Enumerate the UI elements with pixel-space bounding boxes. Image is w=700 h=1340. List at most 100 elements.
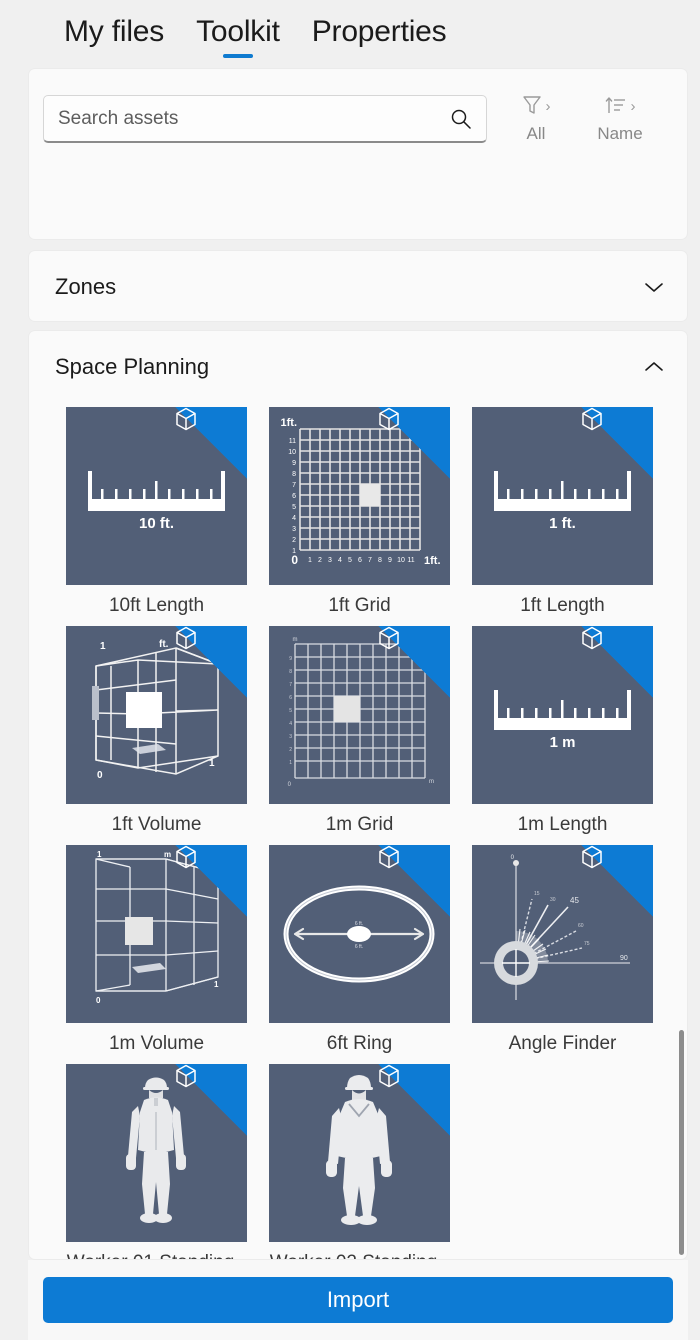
asset-measure-label: 1 m (549, 734, 576, 751)
asset-thumbnail[interactable]: 1 ft. (472, 407, 653, 585)
chevron-up-icon[interactable] (643, 360, 665, 374)
svg-text:6: 6 (289, 695, 292, 701)
svg-text:5: 5 (348, 557, 352, 564)
svg-text:4: 4 (289, 721, 292, 727)
svg-text:1: 1 (97, 850, 102, 859)
search-input[interactable]: Search assets (43, 95, 487, 143)
asset-tile[interactable]: 1 m 0 1 1m Volume (66, 845, 247, 1056)
asset-thumbnail[interactable]: 9 8 7 6 5 4 3 2 1 m 0 m (269, 626, 450, 804)
svg-text:30: 30 (550, 897, 556, 903)
3d-cube-icon (175, 407, 247, 479)
3d-cube-icon (581, 626, 653, 698)
section-zones-header[interactable]: Zones (29, 251, 689, 323)
svg-text:2: 2 (289, 747, 292, 753)
tab-label: My files (64, 15, 165, 48)
tab-properties[interactable]: Properties (296, 0, 463, 50)
svg-text:1: 1 (289, 760, 292, 766)
sort-button[interactable]: › Name (585, 94, 655, 144)
svg-text:5: 5 (289, 708, 292, 714)
vertical-scrollbar[interactable] (676, 340, 686, 1255)
svg-text:1ft.: 1ft. (424, 555, 441, 567)
svg-text:3: 3 (292, 526, 296, 533)
asset-thumbnail[interactable]: 1 ft. 0 1 (66, 626, 247, 804)
filter-chevron-icon: › (545, 98, 551, 115)
asset-tile[interactable]: 10 ft. 10ft Length (66, 407, 247, 618)
svg-text:4: 4 (292, 515, 296, 522)
svg-text:60: 60 (578, 923, 584, 929)
tab-label: Properties (311, 15, 447, 48)
search-placeholder: Search assets (58, 107, 179, 129)
asset-thumbnail[interactable]: 0 45 90 15 30 60 75 (472, 845, 653, 1023)
sort-chevron-icon: › (630, 98, 636, 115)
svg-text:11: 11 (407, 557, 414, 564)
asset-tile[interactable]: Worker 02 Standing (269, 1064, 450, 1259)
asset-tile[interactable]: 6 ft. 6 ft. 6ft Ring (269, 845, 450, 1056)
svg-text:8: 8 (378, 557, 382, 564)
asset-thumbnail[interactable]: 6 ft. 6 ft. (269, 845, 450, 1023)
svg-text:6: 6 (358, 557, 362, 564)
filter-button[interactable]: › All (501, 94, 571, 144)
svg-text:11: 11 (289, 438, 296, 445)
3d-cube-icon (378, 1064, 450, 1136)
asset-label: 1ft Length (520, 595, 605, 616)
3d-cube-icon (175, 845, 247, 917)
asset-thumbnail[interactable]: 1 m (472, 626, 653, 804)
asset-tile[interactable]: 1 ft. 1ft Length (472, 407, 653, 618)
3d-cube-icon (175, 626, 247, 698)
svg-text:9: 9 (388, 557, 392, 564)
asset-tile[interactable]: 0 45 90 15 30 60 75 Angle Finder (472, 845, 653, 1056)
scrollbar-thumb[interactable] (679, 1030, 684, 1255)
section-zones: Zones (28, 250, 688, 322)
asset-label: Angle Finder (508, 1033, 617, 1054)
tab-my-files[interactable]: My files (48, 0, 180, 50)
tab-label: Toolkit (196, 15, 280, 48)
toolkit-panel: My files Toolkit Properties Search asset… (0, 0, 700, 1340)
svg-text:m: m (429, 779, 434, 785)
asset-thumbnail[interactable]: 10 ft. (66, 407, 247, 585)
svg-text:15: 15 (534, 891, 540, 897)
svg-text:7: 7 (368, 557, 372, 564)
asset-thumbnail[interactable] (269, 1064, 450, 1242)
asset-thumbnail[interactable]: 1110 98 76 54 32 1 12 34 56 78 910 11 (269, 407, 450, 585)
svg-text:6: 6 (292, 493, 296, 500)
asset-label: 6ft Ring (326, 1033, 393, 1054)
asset-thumbnail[interactable]: 1 m 0 1 (66, 845, 247, 1023)
section-space-planning-header[interactable]: Space Planning (29, 331, 687, 403)
3d-cube-icon (175, 1064, 247, 1136)
asset-tile[interactable]: 98 76 54 32 1 m 0 m 1m Grid (269, 626, 450, 837)
tab-active-underline (222, 54, 253, 58)
asset-tile[interactable]: 1 ft. 0 1 1ft Volume (66, 626, 247, 837)
search-icon[interactable] (450, 108, 472, 130)
svg-text:1ft.: 1ft. (281, 417, 298, 429)
svg-text:3: 3 (328, 557, 332, 564)
svg-text:m: m (293, 637, 298, 643)
svg-text:1: 1 (209, 758, 215, 769)
section-title: Zones (55, 274, 117, 299)
asset-grid: 10 ft. 10ft Length 11 10 9 8 7 6 5 4 3 2… (29, 403, 687, 1259)
svg-text:1: 1 (100, 641, 106, 652)
asset-label: 1ft Volume (111, 814, 202, 835)
tab-toolkit[interactable]: Toolkit (180, 0, 296, 58)
asset-label: 1m Grid (325, 814, 394, 835)
svg-text:2: 2 (318, 557, 322, 564)
3d-cube-icon (581, 407, 653, 479)
chevron-down-icon[interactable] (643, 280, 665, 294)
asset-measure-label: 10 ft. (138, 515, 174, 532)
asset-tile[interactable]: 1110 98 76 54 32 1 12 34 56 78 910 11 (269, 407, 450, 618)
svg-text:10: 10 (288, 449, 296, 456)
svg-text:ft.: ft. (159, 639, 169, 650)
svg-text:5: 5 (292, 504, 296, 511)
svg-text:8: 8 (289, 669, 292, 675)
svg-text:90: 90 (620, 955, 628, 962)
asset-label: Worker 02 Standing (263, 1242, 444, 1259)
asset-tile[interactable]: Worker 01 Standing (66, 1064, 247, 1259)
svg-text:10: 10 (397, 557, 405, 564)
filter-funnel-icon (522, 94, 542, 121)
sort-ascending-icon (605, 94, 627, 121)
asset-tile[interactable]: 1 m 1m Length (472, 626, 653, 837)
3d-cube-icon (378, 626, 450, 698)
import-button[interactable]: Import (43, 1277, 673, 1323)
svg-text:6 ft.: 6 ft. (355, 921, 363, 927)
asset-thumbnail[interactable] (66, 1064, 247, 1242)
svg-text:7: 7 (289, 682, 292, 688)
